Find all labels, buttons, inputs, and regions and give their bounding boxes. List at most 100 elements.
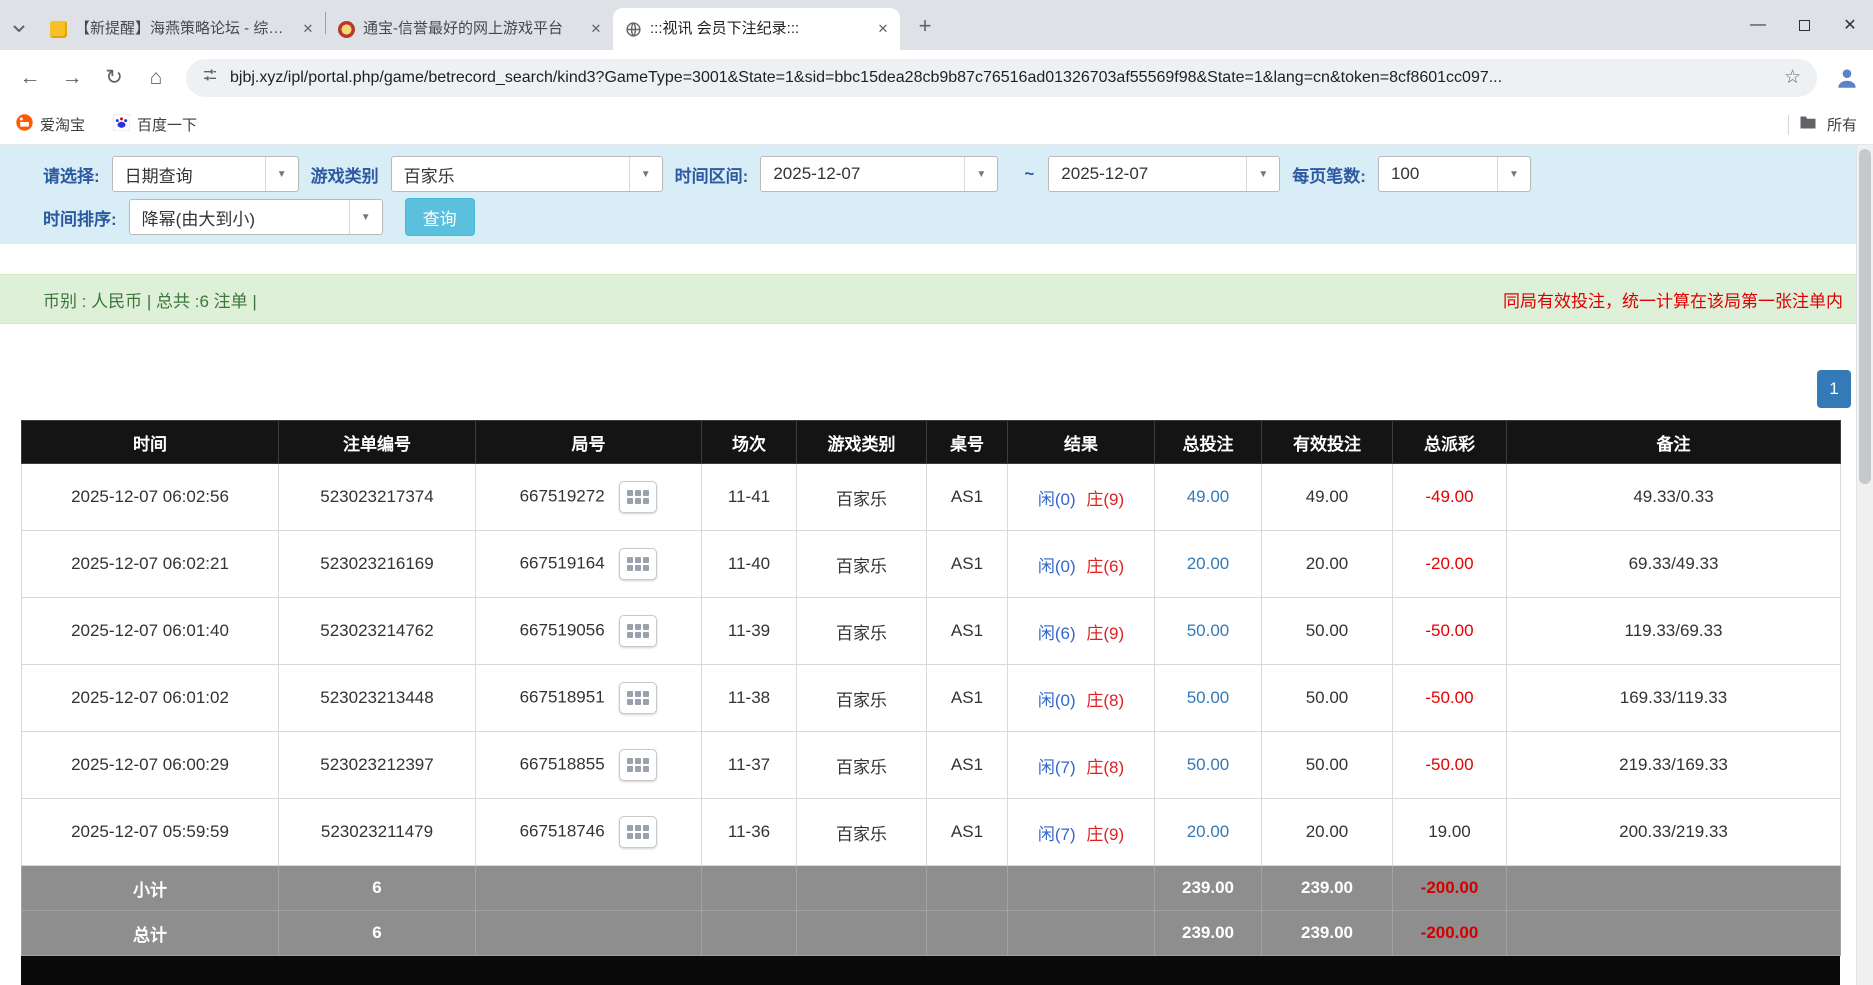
cell-time: 2025-12-07 06:01:40 bbox=[22, 598, 279, 665]
cell-total-bet[interactable]: 50.00 bbox=[1155, 665, 1262, 732]
bookmarks-overflow[interactable]: 所有 bbox=[1788, 114, 1857, 135]
cell-table-no: AS1 bbox=[927, 732, 1008, 799]
cell-remark: 169.33/119.33 bbox=[1507, 665, 1841, 732]
cell-valid-bet: 50.00 bbox=[1262, 732, 1393, 799]
date-to-select[interactable]: 2025-12-07 ▼ bbox=[1048, 156, 1280, 192]
summary-info: 币别 : 人民币 | 总共 :6 注单 | bbox=[43, 287, 257, 312]
cell-total-bet[interactable]: 20.00 bbox=[1155, 799, 1262, 866]
close-tab-icon[interactable]: ✕ bbox=[299, 21, 317, 37]
roadmap-icon[interactable] bbox=[619, 816, 657, 848]
close-tab-icon[interactable]: ✕ bbox=[587, 21, 605, 37]
summary-notice: 同局有效投注，统一计算在该局第一张注单内 bbox=[1503, 287, 1843, 312]
bookmark-baidu[interactable]: 百度一下 bbox=[113, 114, 197, 135]
roadmap-icon[interactable] bbox=[619, 615, 657, 647]
cell-result: 闲(7) 庄(9) bbox=[1008, 799, 1155, 866]
cell-remark: 119.33/69.33 bbox=[1507, 598, 1841, 665]
tab-tongbao[interactable]: 通宝-信誉最好的网上游戏平台 ✕ bbox=[326, 8, 613, 50]
minimize-button[interactable]: — bbox=[1735, 0, 1781, 50]
cell-valid-bet: 20.00 bbox=[1262, 531, 1393, 598]
bookmark-label: 百度一下 bbox=[137, 114, 197, 135]
cell-total-bet[interactable]: 49.00 bbox=[1155, 464, 1262, 531]
cell-table-no: AS1 bbox=[927, 464, 1008, 531]
cell-table-no: AS1 bbox=[927, 799, 1008, 866]
cell-total-bet[interactable]: 50.00 bbox=[1155, 598, 1262, 665]
chevron-down-icon[interactable]: ▼ bbox=[1246, 157, 1279, 191]
roadmap-icon[interactable] bbox=[619, 749, 657, 781]
cell-result: 闲(0) 庄(9) bbox=[1008, 464, 1155, 531]
cell-payout: -50.00 bbox=[1393, 665, 1507, 732]
time-range-label: 时间区间: bbox=[675, 162, 749, 187]
address-bar[interactable]: bjbj.xyz/ipl/portal.php/game/betrecord_s… bbox=[186, 59, 1817, 97]
game-type-select[interactable]: 百家乐 ▼ bbox=[391, 156, 663, 192]
site-settings-icon[interactable] bbox=[202, 67, 218, 88]
pagination-area: 1 bbox=[0, 324, 1873, 420]
cell-round-no: 667519164 bbox=[476, 531, 702, 598]
chevron-down-icon[interactable]: ▼ bbox=[629, 157, 662, 191]
close-tab-icon[interactable]: ✕ bbox=[874, 21, 892, 37]
cell-payout: 19.00 bbox=[1393, 799, 1507, 866]
page-size-value: 100 bbox=[1379, 157, 1497, 191]
cell-bet-no: 523023217374 bbox=[279, 464, 476, 531]
table-row: 2025-12-07 06:00:29 523023212397 6675188… bbox=[22, 732, 1841, 799]
date-from-select[interactable]: 2025-12-07 ▼ bbox=[760, 156, 998, 192]
result-banker: 庄(8) bbox=[1086, 758, 1124, 777]
chevron-down-icon[interactable]: ▼ bbox=[1497, 157, 1530, 191]
profile-avatar[interactable] bbox=[1831, 62, 1863, 94]
cell-session: 11-39 bbox=[702, 598, 797, 665]
query-type-select[interactable]: 日期查询 ▼ bbox=[112, 156, 299, 192]
maximize-button[interactable] bbox=[1781, 0, 1827, 50]
tab-forum[interactable]: 【新提醒】海燕策略论坛 - 综合... ✕ bbox=[38, 8, 325, 50]
subtotal-count: 6 bbox=[279, 866, 476, 911]
cell-payout: -49.00 bbox=[1393, 464, 1507, 531]
roadmap-icon[interactable] bbox=[619, 682, 657, 714]
tab-bet-records-active[interactable]: :::视讯 会员下注纪录::: ✕ bbox=[613, 8, 900, 50]
refresh-icon[interactable]: ↻ bbox=[94, 58, 134, 98]
cell-total-bet[interactable]: 50.00 bbox=[1155, 732, 1262, 799]
bookmark-star-icon[interactable]: ☆ bbox=[1784, 66, 1801, 89]
roadmap-icon[interactable] bbox=[619, 548, 657, 580]
taobao-icon bbox=[16, 114, 33, 135]
new-tab-button[interactable]: + bbox=[908, 9, 942, 43]
chevron-down-icon[interactable]: ▼ bbox=[964, 157, 997, 191]
column-header: 总投注 bbox=[1155, 421, 1262, 464]
bookmarks-overflow-label: 所有 bbox=[1827, 114, 1857, 135]
column-header: 有效投注 bbox=[1262, 421, 1393, 464]
chevron-down-icon[interactable]: ▼ bbox=[265, 157, 298, 191]
chevron-down-icon[interactable]: ▼ bbox=[349, 200, 382, 234]
select-type-label: 请选择: bbox=[43, 162, 100, 187]
round-no-text: 667519272 bbox=[520, 486, 605, 505]
round-no-text: 667518855 bbox=[520, 754, 605, 773]
page-size-select[interactable]: 100 ▼ bbox=[1378, 156, 1531, 192]
sort-label: 时间排序: bbox=[43, 205, 117, 230]
bookmark-taobao[interactable]: 爱淘宝 bbox=[16, 114, 85, 135]
cell-total-bet[interactable]: 20.00 bbox=[1155, 531, 1262, 598]
column-header: 总派彩 bbox=[1393, 421, 1507, 464]
subtotal-row: 小计 6 239.00 239.00 -200.00 bbox=[22, 866, 1841, 911]
page-1-button[interactable]: 1 bbox=[1817, 370, 1851, 408]
cell-game: 百家乐 bbox=[797, 665, 927, 732]
scrollbar-thumb[interactable] bbox=[1859, 149, 1871, 484]
cell-round-no: 667519272 bbox=[476, 464, 702, 531]
next-section-header bbox=[21, 956, 1840, 985]
tab-search-chevron-icon[interactable] bbox=[0, 8, 38, 50]
sort-select[interactable]: 降幂(由大到小) ▼ bbox=[129, 199, 383, 235]
cell-round-no: 667518746 bbox=[476, 799, 702, 866]
result-player: 闲(7) bbox=[1038, 758, 1076, 777]
subtotal-payout: -200.00 bbox=[1393, 866, 1507, 911]
search-button[interactable]: 查询 bbox=[405, 198, 475, 236]
vertical-scrollbar[interactable] bbox=[1856, 145, 1873, 985]
cell-game: 百家乐 bbox=[797, 598, 927, 665]
back-icon[interactable]: ← bbox=[10, 58, 50, 98]
tab-strip: 【新提醒】海燕策略论坛 - 综合... ✕ 通宝-信誉最好的网上游戏平台 ✕ :… bbox=[0, 0, 1873, 50]
total-row: 总计 6 239.00 239.00 -200.00 bbox=[22, 911, 1841, 956]
roadmap-icon[interactable] bbox=[619, 481, 657, 513]
close-window-button[interactable]: ✕ bbox=[1827, 0, 1873, 50]
cell-remark: 219.33/169.33 bbox=[1507, 732, 1841, 799]
cell-session: 11-41 bbox=[702, 464, 797, 531]
cell-game: 百家乐 bbox=[797, 799, 927, 866]
column-header: 场次 bbox=[702, 421, 797, 464]
total-count: 6 bbox=[279, 911, 476, 956]
bet-table-body: 2025-12-07 06:02:56 523023217374 6675192… bbox=[22, 464, 1841, 866]
home-icon[interactable]: ⌂ bbox=[136, 58, 176, 98]
forward-icon[interactable]: → bbox=[52, 58, 92, 98]
